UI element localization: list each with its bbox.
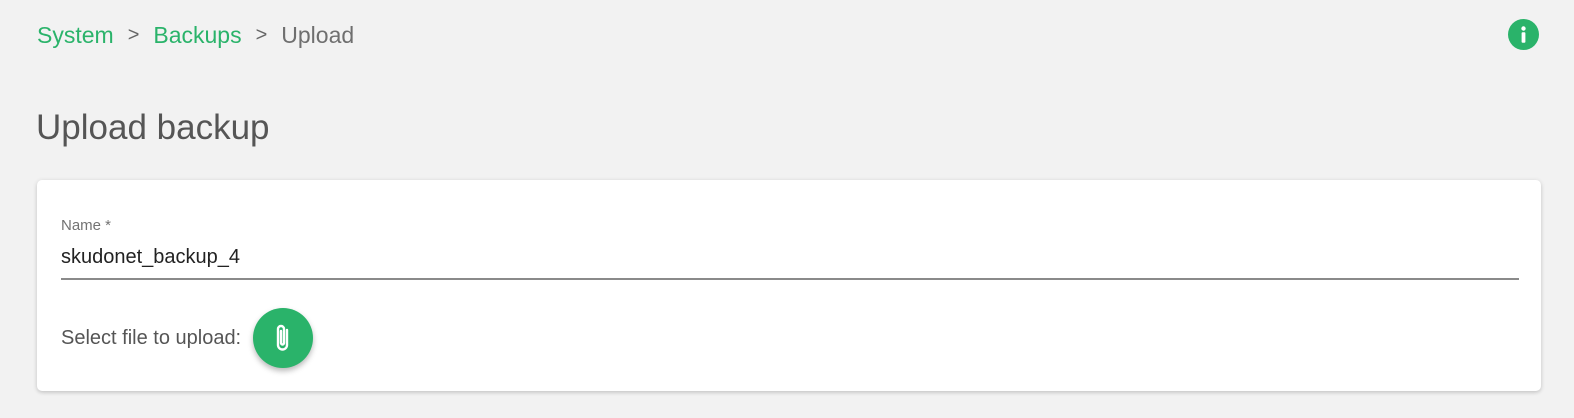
name-field-label: Name * — [61, 217, 112, 234]
upload-form-card: Name * Select file to upload: — [37, 180, 1541, 391]
breadcrumb: System > Backups > Upload — [37, 20, 354, 50]
breadcrumb-current: Upload — [281, 22, 355, 48]
upload-label: Select file to upload: — [61, 326, 242, 349]
page-title: Upload backup — [36, 108, 270, 147]
attach-file-button[interactable] — [253, 308, 314, 368]
file-upload-row: Select file to upload: — [61, 307, 314, 369]
name-field: Name * — [61, 216, 1519, 280]
breadcrumb-backups-link[interactable]: Backups — [153, 20, 241, 50]
paperclip-icon — [276, 324, 289, 351]
info-icon — [1521, 26, 1526, 43]
breadcrumb-system-link[interactable]: System — [37, 20, 114, 50]
name-input[interactable] — [61, 238, 1519, 280]
breadcrumb-separator: > — [255, 24, 268, 46]
breadcrumb-separator: > — [127, 24, 140, 46]
info-button[interactable] — [1508, 19, 1539, 50]
page: System > Backups > Upload Upload backup … — [0, 0, 1574, 418]
